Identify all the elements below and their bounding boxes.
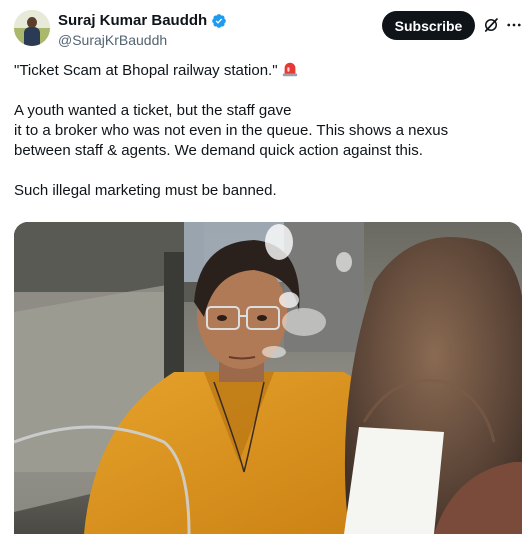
more-options-icon[interactable]: [505, 15, 523, 35]
grok-icon[interactable]: [482, 15, 500, 35]
police-car-light-icon: [282, 62, 297, 77]
tweet-line: A youth wanted a ticket, but the staff g…: [14, 102, 292, 119]
tweet-line: between staff & agents. We demand quick …: [14, 142, 423, 159]
author-block: Suraj Kumar Bauddh @SurajKrBauddh: [58, 11, 227, 48]
tweet-text: "Ticket Scam at Bhopal railway station."…: [14, 60, 519, 201]
subscribe-button[interactable]: Subscribe: [382, 11, 475, 40]
tweet-headline: "Ticket Scam at Bhopal railway station.": [14, 60, 519, 81]
avatar[interactable]: [14, 10, 50, 46]
tweet-closing: Such illegal marketing must be banned.: [14, 182, 277, 199]
tweet-header: Suraj Kumar Bauddh @SurajKrBauddh Subscr…: [0, 0, 529, 52]
author-handle[interactable]: @SurajKrBauddh: [58, 32, 227, 48]
tweet-media-video[interactable]: [14, 222, 522, 534]
verified-badge-icon: [212, 13, 227, 28]
author-display-name[interactable]: Suraj Kumar Bauddh: [58, 12, 207, 29]
tweet-line: it to a broker who was not even in the q…: [14, 122, 449, 139]
video-still: [14, 222, 522, 534]
